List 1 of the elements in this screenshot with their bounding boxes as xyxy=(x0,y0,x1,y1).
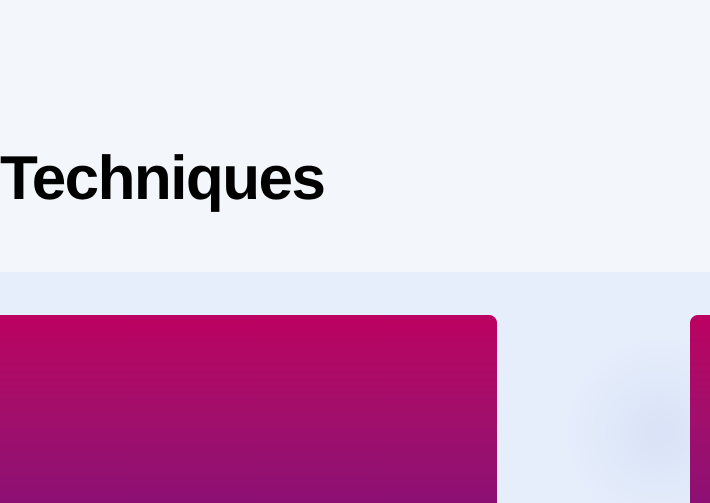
section-heading: Techniques xyxy=(0,148,324,210)
